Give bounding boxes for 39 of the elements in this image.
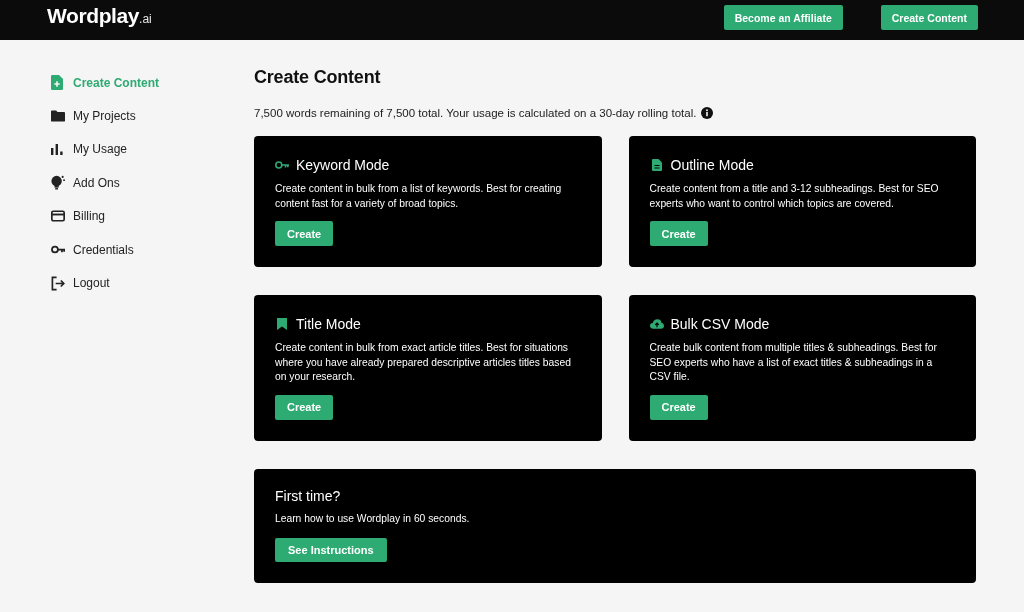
document-icon bbox=[651, 159, 662, 171]
card-description: Create content from a title and 3-12 subheadings. Best for SEO experts who want to control which topics are covered. bbox=[649, 182, 940, 211]
logout-icon bbox=[51, 275, 65, 291]
create-button[interactable]: Create bbox=[275, 394, 334, 420]
sidebar-item[interactable]: Add Ons bbox=[51, 166, 120, 200]
create-content-button[interactable]: Create Content bbox=[880, 5, 978, 30]
sidebar-item[interactable]: Billing bbox=[51, 199, 105, 233]
bookmark-icon bbox=[277, 318, 287, 330]
logo: Wordplay.ai bbox=[47, 2, 152, 29]
card-description: Create content in bulk from a list of keywords. Best for creating content fast for a variety of broad topics. bbox=[275, 182, 563, 211]
create-button[interactable]: Create bbox=[275, 221, 334, 246]
usage-note: 7,500 words remaining of 7,500 total. Your usage is calculated on a 30-day rolling total. bbox=[254, 106, 697, 121]
card-description: Learn how to use Wordplay in 60 seconds. bbox=[275, 511, 471, 526]
create-button[interactable]: Create bbox=[649, 394, 708, 420]
info-icon bbox=[701, 107, 714, 119]
lightbulb-icon bbox=[51, 175, 65, 191]
credit-card-icon bbox=[51, 210, 65, 223]
sidebar-item[interactable]: Logout bbox=[51, 266, 110, 300]
sidebar-item[interactable]: Create Content bbox=[51, 66, 159, 100]
card-title: Bulk CSV Mode bbox=[670, 315, 770, 333]
card-title: Keyword Mode bbox=[296, 156, 390, 174]
key-icon bbox=[275, 161, 289, 169]
create-button[interactable]: Create bbox=[649, 221, 708, 246]
cloud-upload-icon bbox=[649, 319, 664, 329]
page-title: Create Content bbox=[254, 66, 382, 88]
folder-icon bbox=[51, 110, 65, 123]
card-title: First time? bbox=[275, 486, 342, 506]
key-icon bbox=[51, 245, 65, 255]
bar-chart-icon bbox=[51, 143, 63, 155]
affiliate-button[interactable]: Become an Affiliate bbox=[723, 5, 843, 30]
instructions-button[interactable]: See Instructions bbox=[275, 537, 387, 562]
sidebar-item[interactable]: My Projects bbox=[51, 99, 136, 133]
sidebar-item[interactable]: Credentials bbox=[51, 232, 134, 267]
card-description: Create bulk content from multiple titles & subheadings. Best for SEO experts who have a list of exact titles & subheadings in a CSV file. bbox=[649, 341, 938, 384]
card-title: Title Mode bbox=[296, 315, 361, 333]
card-title: Outline Mode bbox=[670, 156, 754, 174]
file-plus-icon bbox=[51, 75, 63, 91]
sidebar-item[interactable]: My Usage bbox=[51, 132, 128, 167]
card-description: Create content in bulk from exact article titles. Best for situations where you have already prepared descriptive articles titles based on your research. bbox=[275, 341, 572, 384]
